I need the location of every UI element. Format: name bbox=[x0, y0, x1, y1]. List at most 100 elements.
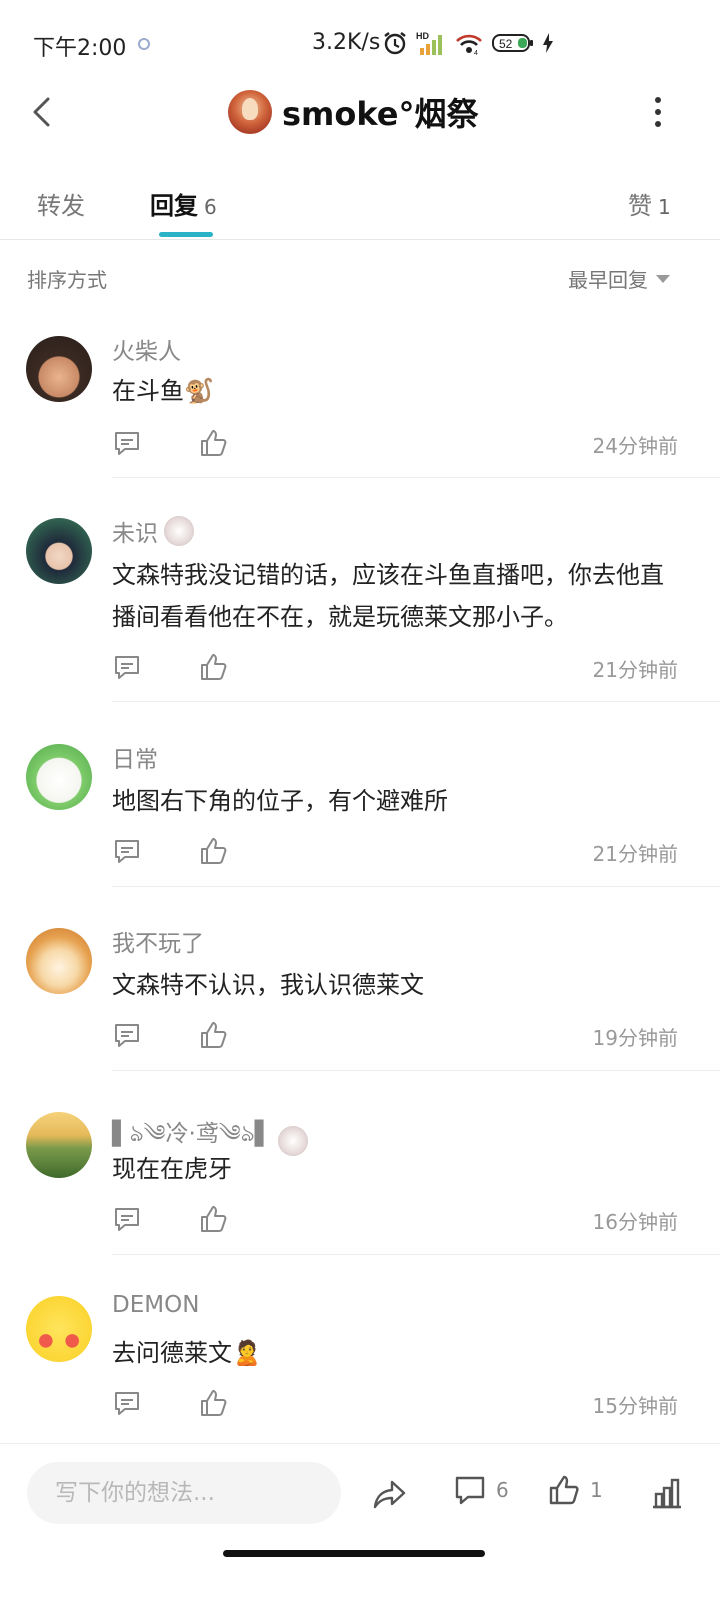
author-avatar[interactable] bbox=[228, 90, 272, 134]
svg-text:HD: HD bbox=[416, 31, 429, 41]
home-indicator[interactable] bbox=[223, 1550, 485, 1557]
bar-chart-icon[interactable] bbox=[650, 1476, 684, 1510]
comment-item: ▌ঌ༄冷·鸢༄ঌ▌ 现在在虎牙 16分钟前 bbox=[0, 1106, 720, 1256]
comment-actions: 24分钟前 bbox=[112, 428, 678, 462]
divider bbox=[112, 1070, 720, 1071]
active-tab-indicator bbox=[159, 232, 213, 237]
comment-time: 21分钟前 bbox=[592, 658, 678, 682]
comment-author[interactable]: 我不玩了 bbox=[112, 924, 204, 958]
comment-time: 24分钟前 bbox=[592, 434, 678, 458]
battery-icon: 52 bbox=[492, 34, 533, 52]
comment-icon bbox=[455, 1476, 485, 1505]
avatar[interactable] bbox=[26, 1296, 92, 1362]
reply-icon[interactable] bbox=[112, 836, 142, 866]
caret-down-icon bbox=[656, 274, 670, 283]
comment-author[interactable]: DEMON bbox=[112, 1292, 199, 1318]
thumbs-up-icon[interactable] bbox=[198, 836, 228, 866]
comment-actions: 15分钟前 bbox=[112, 1388, 678, 1422]
comment-author[interactable]: 火柴人 bbox=[112, 332, 181, 366]
status-bar: 下午2:00 3.2K/s HD 4 52 bbox=[0, 0, 720, 80]
avatar[interactable] bbox=[26, 1112, 92, 1178]
tab-reply[interactable]: 回复 6 bbox=[150, 186, 217, 221]
share-icon[interactable] bbox=[372, 1476, 408, 1512]
bottom-bar: 6 1 bbox=[0, 1443, 720, 1543]
comment-count: 6 bbox=[496, 1478, 509, 1502]
status-icons: HD 4 52 bbox=[382, 28, 554, 58]
comment-author[interactable]: 未识 bbox=[112, 514, 194, 548]
comment-item: DEMON 去问德莱文🙎 15分钟前 bbox=[0, 1290, 720, 1440]
chevron-left-icon bbox=[33, 97, 50, 127]
tab-reply-count: 6 bbox=[204, 195, 217, 219]
tab-reply-label: 回复 bbox=[150, 192, 198, 220]
page-title: smoke°烟祭 bbox=[282, 95, 479, 133]
comment-input[interactable] bbox=[27, 1462, 341, 1524]
comment-text: 在斗鱼🐒 bbox=[112, 377, 214, 405]
comment-actions: 21分钟前 bbox=[112, 652, 678, 686]
svg-text:4: 4 bbox=[474, 50, 478, 56]
comment-input-box[interactable] bbox=[27, 1462, 341, 1524]
comment-item: 未识 文森特我没记错的话，应该在斗鱼直播吧，你去他直播间看看他在不在，就是玩德莱… bbox=[0, 512, 720, 704]
thumbs-up-icon[interactable] bbox=[198, 428, 228, 458]
sort-dropdown[interactable]: 最早回复 bbox=[568, 264, 670, 293]
comment-item: 火柴人 在斗鱼🐒 24分钟前 bbox=[0, 330, 720, 480]
avatar[interactable] bbox=[26, 928, 92, 994]
comment-item: 我不玩了 文森特不认识，我认识德莱文 19分钟前 bbox=[0, 922, 720, 1072]
comment-time: 21分钟前 bbox=[592, 842, 678, 866]
avatar[interactable] bbox=[26, 744, 92, 810]
comment-time: 15分钟前 bbox=[592, 1394, 678, 1418]
charging-icon bbox=[543, 33, 553, 53]
comment-text: 地图右下角的位子，有个避难所 bbox=[112, 787, 448, 815]
comment-author[interactable]: 日常 bbox=[112, 740, 158, 774]
comment-actions: 16分钟前 bbox=[112, 1204, 678, 1238]
comment-actions: 19分钟前 bbox=[112, 1020, 678, 1054]
thumbs-up-icon[interactable] bbox=[198, 1388, 228, 1418]
alarm-icon bbox=[384, 32, 406, 55]
badge-icon bbox=[164, 516, 194, 546]
tab-forward-label: 转发 bbox=[37, 192, 85, 220]
reply-icon[interactable] bbox=[112, 1020, 142, 1050]
thumbs-up-icon bbox=[549, 1475, 579, 1505]
network-speed: 3.2K/s bbox=[312, 30, 381, 55]
comment-item: 日常 地图右下角的位子，有个避难所 21分钟前 bbox=[0, 738, 720, 888]
sort-value: 最早回复 bbox=[568, 268, 648, 292]
tab-like-label: 赞 bbox=[628, 192, 652, 220]
back-button[interactable] bbox=[24, 92, 64, 132]
more-vertical-icon[interactable] bbox=[646, 92, 670, 132]
divider bbox=[112, 886, 720, 887]
comment-actions: 21分钟前 bbox=[112, 836, 678, 870]
battery-level: 52 bbox=[499, 37, 513, 51]
thumbs-up-icon[interactable] bbox=[198, 1020, 228, 1050]
notification-icon bbox=[138, 38, 150, 50]
comment-text: 文森特我没记错的话，应该在斗鱼直播吧，你去他直播间看看他在不在，就是玩德莱文那小… bbox=[112, 561, 664, 631]
sort-label: 排序方式 bbox=[27, 268, 107, 292]
reply-icon[interactable] bbox=[112, 1388, 142, 1418]
comment-text: 现在在虎牙 bbox=[112, 1155, 232, 1183]
thumbs-up-icon[interactable] bbox=[198, 1204, 228, 1234]
tab-like[interactable]: 赞1 bbox=[628, 186, 671, 221]
divider bbox=[112, 1254, 720, 1255]
reply-icon[interactable] bbox=[112, 428, 142, 458]
thumbs-up-icon[interactable] bbox=[198, 652, 228, 682]
sort-row: 排序方式 最早回复 bbox=[0, 258, 720, 294]
hd-signal-icon: HD bbox=[416, 31, 442, 55]
comment-text: 去问德莱文🙎 bbox=[112, 1339, 262, 1367]
avatar[interactable] bbox=[26, 518, 92, 584]
tab-like-count: 1 bbox=[658, 195, 671, 219]
tab-bar: 转发 回复 6 赞1 bbox=[0, 170, 720, 240]
avatar[interactable] bbox=[26, 336, 92, 402]
divider bbox=[112, 477, 720, 478]
comment-text: 文森特不认识，我认识德莱文 bbox=[112, 971, 424, 999]
comment-time: 16分钟前 bbox=[592, 1210, 678, 1234]
reply-icon[interactable] bbox=[112, 652, 142, 682]
header-user[interactable]: smoke°烟祭 bbox=[228, 88, 479, 136]
divider bbox=[112, 701, 720, 702]
reply-icon[interactable] bbox=[112, 1204, 142, 1234]
status-time: 下午2:00 bbox=[33, 36, 127, 61]
tab-forward[interactable]: 转发 bbox=[37, 186, 85, 221]
header: smoke°烟祭 bbox=[0, 80, 720, 150]
like-count: 1 bbox=[590, 1478, 603, 1502]
like-button[interactable]: 1 bbox=[548, 1474, 603, 1506]
comment-time: 19分钟前 bbox=[592, 1026, 678, 1050]
wifi-icon: 4 bbox=[456, 34, 482, 56]
comment-button[interactable]: 6 bbox=[454, 1474, 509, 1506]
